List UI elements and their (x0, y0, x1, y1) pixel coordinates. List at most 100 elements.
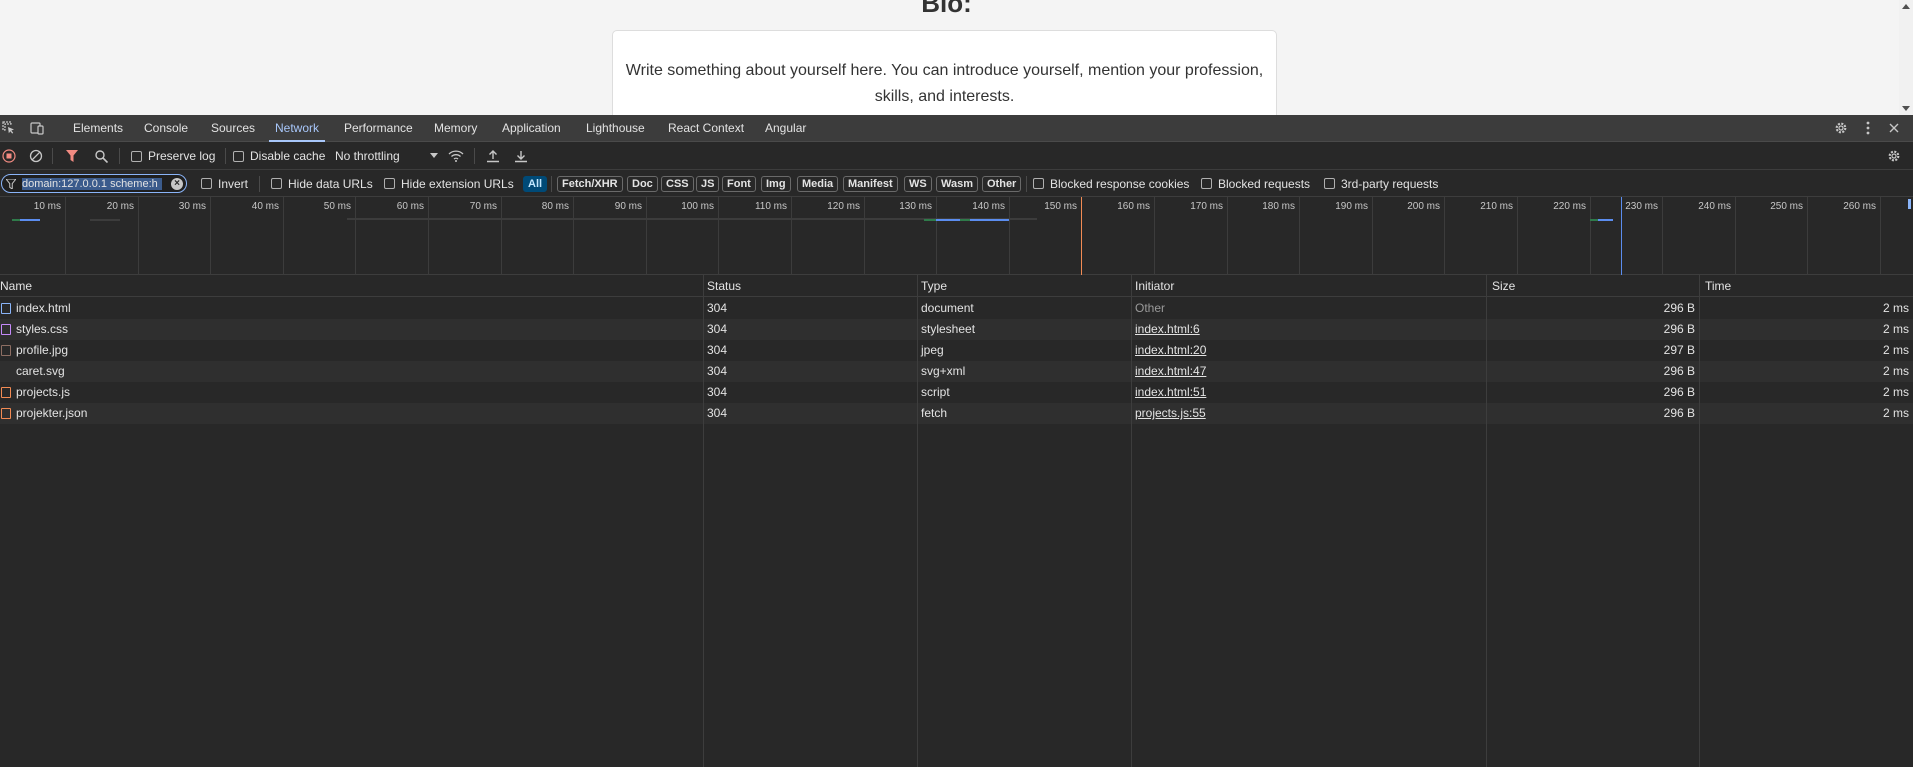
request-initiator[interactable]: projects.js:55 (1132, 403, 1482, 424)
tab-elements[interactable]: Elements (73, 115, 123, 142)
tab-lighthouse[interactable]: Lighthouse (586, 115, 645, 142)
request-initiator-value[interactable]: projects.js:55 (1135, 406, 1206, 420)
column-header-time[interactable]: Time (1702, 275, 1731, 297)
hide-extension-urls-checkbox-box[interactable] (384, 178, 395, 189)
network-conditions-icon[interactable] (448, 142, 464, 170)
request-initiator[interactable]: index.html:6 (1132, 319, 1482, 340)
tab-network[interactable]: Network (268, 115, 326, 142)
timeline-tick-label: 80 ms (541, 201, 569, 212)
import-har-icon[interactable] (486, 142, 500, 170)
third-party-requests-checkbox-box[interactable] (1324, 178, 1335, 189)
blocked-requests-checkbox-box[interactable] (1201, 178, 1212, 189)
table-row[interactable]: index.html 304 document Other 296 B 2 ms (0, 298, 1913, 319)
column-header-size[interactable]: Size (1489, 275, 1515, 297)
timeline-gridline (791, 197, 792, 275)
record-stop-icon[interactable] (2, 142, 16, 170)
hide-extension-urls-checkbox[interactable]: Hide extension URLs (384, 170, 514, 197)
type-filter-font[interactable]: Font (722, 176, 756, 192)
filter-funnel-icon[interactable] (66, 142, 78, 170)
table-row[interactable]: projekter.json 304 fetch projects.js:55 296 … (0, 403, 1913, 424)
timeline-gridline (355, 197, 356, 275)
filter-input-value[interactable]: domain:127.0.0.1 scheme:h (22, 177, 162, 190)
settings-gear-icon[interactable] (1833, 120, 1849, 136)
request-initiator-value[interactable]: index.html:20 (1135, 343, 1206, 357)
invert-checkbox-box[interactable] (201, 178, 212, 189)
table-row[interactable]: caret.svg 304 svg+xml index.html:47 296 B 2 m… (0, 361, 1913, 382)
type-filter-fetch-xhr[interactable]: Fetch/XHR (557, 176, 623, 192)
preserve-log-checkbox[interactable]: Preserve log (131, 142, 215, 170)
type-filter-ws[interactable]: WS (904, 176, 932, 192)
column-header-status[interactable]: Status (704, 275, 741, 297)
tab-sources[interactable]: Sources (211, 115, 255, 142)
type-filter-media[interactable]: Media (797, 176, 839, 192)
blocked-requests-checkbox[interactable]: Blocked requests (1201, 170, 1310, 197)
type-filter-css[interactable]: CSS (661, 176, 694, 192)
type-filter-img[interactable]: Img (761, 176, 791, 192)
device-toolbar-icon[interactable] (29, 120, 45, 136)
export-har-icon[interactable] (514, 142, 528, 170)
tab-memory[interactable]: Memory (434, 115, 477, 142)
disable-cache-checkbox[interactable]: Disable cache (233, 142, 325, 170)
invert-checkbox[interactable]: Invert (201, 170, 248, 197)
clear-log-icon[interactable] (29, 142, 43, 170)
tab-performance[interactable]: Performance (344, 115, 413, 142)
request-initiator[interactable]: index.html:47 (1132, 361, 1482, 382)
request-initiator-value: Other (1135, 301, 1166, 315)
overview-bar (90, 219, 120, 221)
request-name[interactable]: styles.css (13, 319, 701, 340)
blocked-response-cookies-checkbox-box[interactable] (1033, 178, 1044, 189)
tab-react-context[interactable]: React Context (668, 115, 744, 142)
request-name[interactable]: projects.js (13, 382, 701, 403)
scroll-down-arrow-icon[interactable] (1902, 106, 1910, 111)
search-icon[interactable] (95, 142, 108, 170)
request-name[interactable]: profile.jpg (13, 340, 701, 361)
more-options-icon[interactable] (1860, 120, 1876, 136)
type-filter-wasm[interactable]: Wasm (936, 176, 978, 192)
request-type-value: document (921, 301, 974, 315)
request-name[interactable]: projekter.json (13, 403, 701, 424)
request-initiator[interactable]: index.html:51 (1132, 382, 1482, 403)
request-name[interactable]: caret.svg (13, 361, 701, 382)
request-initiator[interactable]: index.html:20 (1132, 340, 1482, 361)
type-filter-manifest[interactable]: Manifest (843, 176, 898, 192)
request-initiator-value[interactable]: index.html:51 (1135, 385, 1206, 399)
type-filter-other[interactable]: Other (982, 176, 1022, 192)
column-header-name[interactable]: Name (0, 275, 32, 297)
network-overview-timeline[interactable]: 10 ms 20 ms 30 ms 40 ms 50 ms 60 ms 70 ms 80 ms… (0, 197, 1913, 275)
hide-data-urls-checkbox-box[interactable] (271, 178, 282, 189)
tab-console[interactable]: Console (144, 115, 188, 142)
network-toolbar: Preserve log Disable cache No throttling (0, 142, 1913, 170)
request-time-value: 2 ms (1882, 406, 1909, 420)
disable-cache-checkbox-box[interactable] (233, 150, 244, 162)
preserve-log-checkbox-box[interactable] (131, 150, 142, 162)
filter-input[interactable]: domain:127.0.0.1 scheme:h × (1, 174, 187, 193)
close-devtools-icon[interactable] (1886, 120, 1902, 136)
tab-application[interactable]: Application (502, 115, 561, 142)
timeline-tick-label: 60 ms (396, 201, 424, 212)
type-filter-all[interactable]: All (523, 176, 548, 192)
overview-window-handle[interactable] (1908, 199, 1911, 209)
throttling-select[interactable]: No throttling (335, 142, 438, 170)
type-filter-doc[interactable]: Doc (627, 176, 658, 192)
timeline-tick-label: 30 ms (178, 201, 206, 212)
clear-filter-icon[interactable]: × (171, 178, 183, 190)
scroll-up-arrow-icon[interactable] (1902, 4, 1910, 9)
blocked-response-cookies-checkbox[interactable]: Blocked response cookies (1033, 170, 1189, 197)
page-heading: Bio: (921, 0, 972, 18)
column-header-type[interactable]: Type (918, 275, 947, 297)
hide-data-urls-checkbox[interactable]: Hide data URLs (271, 170, 373, 197)
table-row[interactable]: styles.css 304 stylesheet index.html:6 296 B… (0, 319, 1913, 340)
tab-angular[interactable]: Angular (765, 115, 806, 142)
type-filter-js[interactable]: JS (696, 176, 720, 192)
request-name[interactable]: index.html (13, 298, 701, 319)
network-settings-gear-icon[interactable] (1887, 142, 1901, 170)
table-row[interactable]: projects.js 304 script index.html:51 296 B 2 … (0, 382, 1913, 403)
inspect-element-icon[interactable] (1, 120, 17, 136)
column-header-initiator[interactable]: Initiator (1132, 275, 1174, 297)
request-initiator-value[interactable]: index.html:6 (1135, 322, 1200, 336)
request-initiator-value[interactable]: index.html:47 (1135, 364, 1206, 378)
third-party-requests-checkbox[interactable]: 3rd-party requests (1324, 170, 1438, 197)
table-row[interactable]: profile.jpg 304 jpeg index.html:20 297 B 2 ms (0, 340, 1913, 361)
third-party-requests-label: 3rd-party requests (1341, 176, 1439, 191)
page-scrollbar[interactable] (1899, 0, 1913, 115)
